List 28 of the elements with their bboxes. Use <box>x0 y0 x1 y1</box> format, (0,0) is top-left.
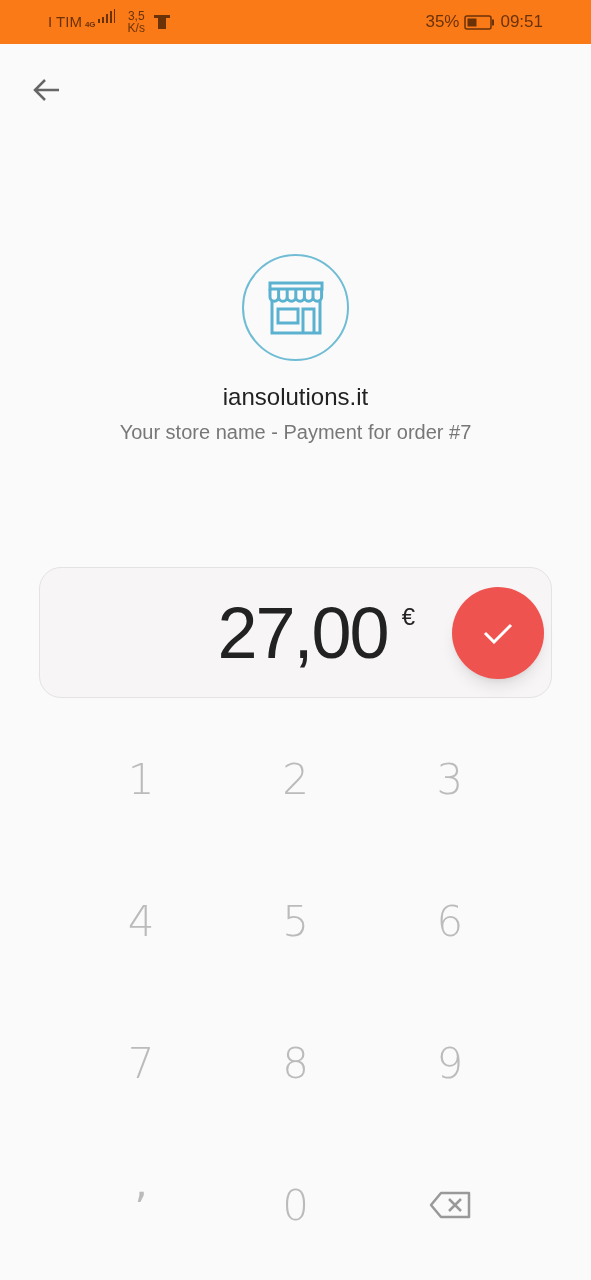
decimal-key[interactable]: , <box>64 1134 219 1276</box>
amount-value: 27,00 <box>217 596 388 669</box>
keypad-key[interactable]: 9 <box>372 992 527 1134</box>
carrier-name: I TIM <box>48 11 82 32</box>
currency-symbol: € <box>401 601 415 632</box>
keypad-key[interactable]: 0 <box>218 1134 373 1276</box>
battery-icon <box>464 14 496 30</box>
check-icon <box>483 622 513 644</box>
network-type: 4G <box>84 20 96 29</box>
speed-unit: K/s <box>127 22 145 34</box>
clock: 09:51 <box>500 11 543 34</box>
speed-value: 3,5 <box>127 10 145 22</box>
keypad-key[interactable]: 2 <box>218 708 373 850</box>
keypad-key[interactable]: 6 <box>372 850 527 992</box>
keypad-key[interactable]: 7 <box>64 992 219 1134</box>
storefront-icon <box>266 280 325 335</box>
battery-percent: 35% <box>425 11 460 34</box>
keypad-key[interactable]: 3 <box>372 708 527 850</box>
keypad-key[interactable]: 8 <box>218 992 373 1134</box>
signal-icon <box>95 8 118 23</box>
payment-description: Your store name - Payment for order #7 <box>119 420 472 445</box>
keypad-key[interactable]: 1 <box>64 708 219 850</box>
back-arrow-icon[interactable] <box>32 78 60 102</box>
merchant-name: iansolutions.it <box>222 382 369 412</box>
phone-icon <box>152 14 171 30</box>
backspace-icon <box>428 1191 471 1219</box>
keypad-key[interactable]: 5 <box>218 850 373 992</box>
keypad-key[interactable]: 4 <box>64 850 219 992</box>
